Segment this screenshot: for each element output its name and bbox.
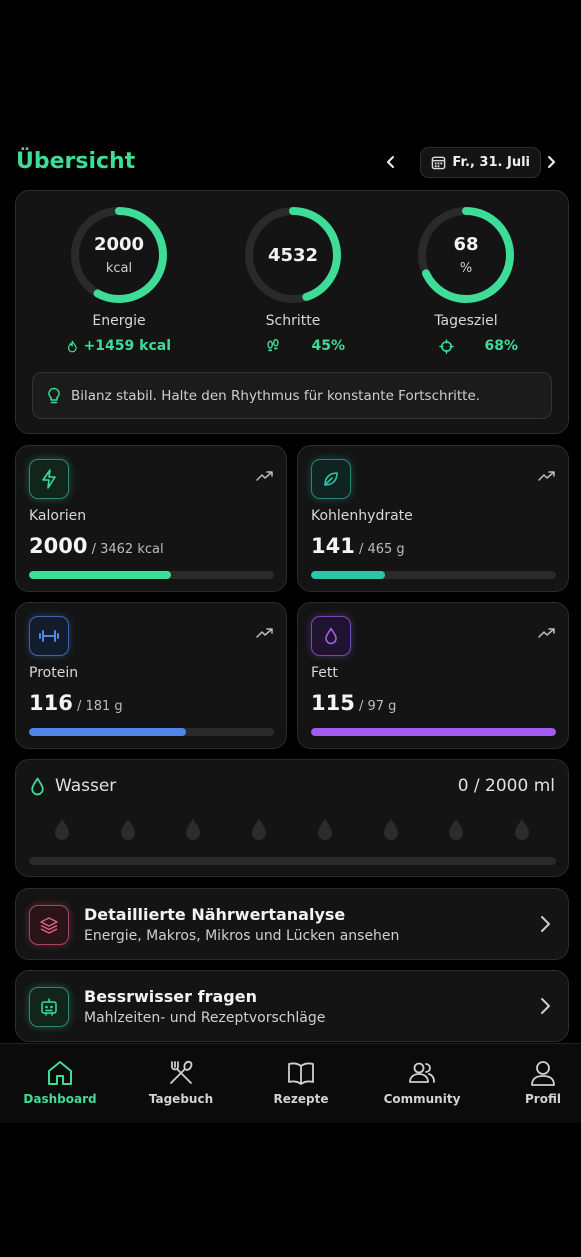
daily-goal-progress: 68%: [414, 338, 518, 354]
nutrition-analysis-button[interactable]: Detaillierte Nährwertanalyse Energie, Ma…: [15, 888, 569, 960]
water-glass-icon[interactable]: [381, 817, 401, 843]
water-glass-icon[interactable]: [446, 817, 466, 843]
macro-card-protein[interactable]: Protein 116 / 181 g: [15, 602, 287, 749]
target-icon: [438, 338, 454, 354]
energy-value: 2000: [93, 234, 145, 255]
steps-value: 4532: [267, 244, 319, 266]
layers-icon: [40, 917, 58, 934]
water-amount: 0 / 2000 ml: [457, 776, 555, 796]
macro-value: 2000 / 3462 kcal: [29, 534, 164, 558]
balance-hint: Bilanz stabil. Halte den Rhythmus für ko…: [32, 372, 552, 419]
chevron-right-icon: [541, 916, 550, 932]
macro-progress-bar: [311, 571, 556, 579]
droplet-icon: [325, 627, 337, 645]
header: Übersicht Fr., 31. Juli: [16, 146, 565, 178]
macro-card-carbs[interactable]: Kohlenhydrate 141 / 465 g: [297, 445, 569, 592]
user-icon: [531, 1061, 555, 1086]
action-subtitle: Mahlzeiten- und Rezeptvorschläge: [84, 1010, 326, 1026]
tab-recipes[interactable]: Rezepte: [243, 1058, 359, 1106]
water-glass-icon[interactable]: [512, 817, 532, 843]
trending-up-icon: [538, 471, 555, 481]
macro-progress-bar: [29, 728, 274, 736]
water-progress-bar: [29, 857, 556, 865]
trending-up-icon: [256, 471, 273, 481]
energy-label: Energie: [92, 313, 146, 329]
macro-value: 115 / 97 g: [311, 691, 397, 715]
water-glass-icon[interactable]: [118, 817, 138, 843]
dumbbell-icon: [39, 630, 59, 642]
energy-balance: +1459 kcal: [67, 338, 171, 354]
book-icon: [288, 1062, 314, 1085]
macro-card-calories[interactable]: Kalorien 2000 / 3462 kcal: [15, 445, 287, 592]
bottom-tab-bar: Dashboard Tagebuch Rezepte Community Pro…: [0, 1043, 581, 1123]
energy-unit: kcal: [105, 261, 133, 276]
action-title: Detaillierte Nährwertanalyse: [84, 905, 346, 924]
steps-progress: 45%: [241, 338, 345, 354]
utensils-icon: [170, 1060, 193, 1084]
macro-value: 141 / 465 g: [311, 534, 405, 558]
chevron-right-icon: [541, 998, 550, 1014]
water-glass-icon[interactable]: [249, 817, 269, 843]
water-glass-icon[interactable]: [52, 817, 72, 843]
next-day-button[interactable]: [539, 150, 563, 174]
water-glass-icon[interactable]: [315, 817, 335, 843]
tab-diary[interactable]: Tagebuch: [123, 1058, 239, 1106]
macro-name: Kohlenhydrate: [311, 508, 413, 524]
ring-energy: 2000 kcal Energie +1459 kcal: [67, 205, 171, 354]
home-icon: [48, 1061, 72, 1085]
calendar-icon: [432, 156, 446, 170]
trending-up-icon: [538, 628, 555, 638]
chevron-left-icon: [387, 156, 394, 168]
macro-value: 116 / 181 g: [29, 691, 123, 715]
macro-progress-bar: [29, 571, 274, 579]
water-label: Wasser: [55, 776, 117, 796]
tab-dashboard[interactable]: Dashboard: [2, 1058, 118, 1106]
hint-text: Bilanz stabil. Halte den Rhythmus für ko…: [71, 387, 481, 404]
ring-daily-goal: 68 % Tagesziel 68%: [414, 205, 518, 354]
date-picker-button[interactable]: Fr., 31. Juli: [420, 147, 541, 178]
trending-up-icon: [256, 628, 273, 638]
robot-icon: [41, 998, 57, 1016]
daily-goal-label: Tagesziel: [434, 313, 498, 329]
water-card: Wasser 0 / 2000 ml: [15, 759, 569, 877]
tab-community[interactable]: Community: [364, 1058, 480, 1106]
chevron-right-icon: [548, 156, 555, 168]
macro-progress-bar: [311, 728, 556, 736]
date-label: Fr., 31. Juli: [452, 155, 530, 170]
ask-assistant-button[interactable]: Bessrwisser fragen Mahlzeiten- und Rezep…: [15, 970, 569, 1042]
macro-name: Protein: [29, 665, 79, 681]
footsteps-icon: [267, 338, 279, 351]
daily-goal-unit: %: [459, 261, 473, 276]
water-glasses: [52, 817, 532, 843]
steps-label: Schritte: [265, 313, 321, 329]
flame-icon: [67, 340, 77, 352]
action-title: Bessrwisser fragen: [84, 987, 257, 1006]
leaf-icon: [324, 472, 338, 486]
users-icon: [409, 1062, 435, 1083]
tab-profile[interactable]: Profil: [485, 1058, 581, 1106]
ring-steps: 4532 Schritte 45%: [241, 205, 345, 354]
lightning-icon: [42, 469, 56, 489]
macro-card-fat[interactable]: Fett 115 / 97 g: [297, 602, 569, 749]
macro-name: Fett: [311, 665, 338, 681]
water-glass-icon[interactable]: [183, 817, 203, 843]
summary-card: 2000 kcal Energie +1459 kcal 4532 Schrit…: [15, 190, 569, 434]
lightbulb-icon: [48, 387, 60, 403]
macro-name: Kalorien: [29, 508, 87, 524]
daily-goal-value: 68: [453, 234, 479, 255]
water-drop-icon: [31, 777, 44, 795]
previous-day-button[interactable]: [379, 150, 403, 174]
page-title: Übersicht: [16, 149, 136, 174]
action-subtitle: Energie, Makros, Mikros und Lücken anseh…: [84, 928, 400, 944]
